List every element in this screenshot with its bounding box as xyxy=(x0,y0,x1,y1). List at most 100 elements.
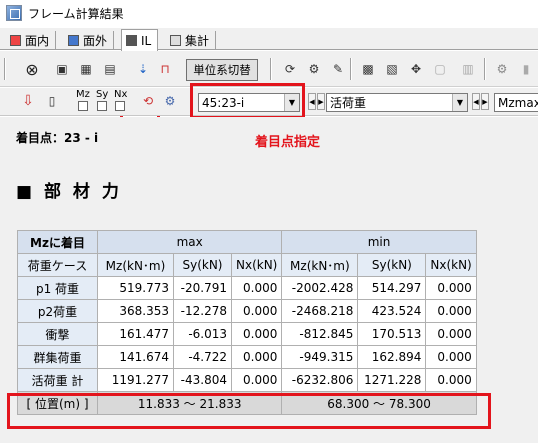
col-header: Mz(kN･m) xyxy=(97,253,174,277)
table-row: 群集荷重 141.674 -4.722 0.000 -949.315 162.8… xyxy=(17,345,477,369)
cell: 0.000 xyxy=(230,322,283,346)
download-icon[interactable]: ⇩ xyxy=(18,91,38,111)
out-of-plane-icon xyxy=(68,35,79,46)
cell: -949.315 xyxy=(281,345,359,369)
position-row-highlight xyxy=(7,393,491,429)
case-select[interactable]: 活荷重 ▼ xyxy=(326,93,468,112)
calculator-icon[interactable]: ▦ xyxy=(76,59,96,79)
document-icon[interactable]: ▯ xyxy=(42,91,62,111)
disabled-icon: ▢ xyxy=(434,62,446,76)
il-icon xyxy=(126,35,137,46)
cell: 141.674 xyxy=(97,345,174,369)
tab-bar: 面内 面外 IL 集計 xyxy=(0,28,538,51)
edit-icon[interactable]: ▧ xyxy=(382,59,402,79)
case-select-value: 活荷重 xyxy=(330,96,367,110)
cell: 423.524 xyxy=(357,299,427,323)
settings-icon[interactable]: ⚙ xyxy=(160,91,180,111)
cell: -20.791 xyxy=(173,276,232,300)
table-row: 衝撃 161.477 -6.013 0.000 -812.845 170.513… xyxy=(17,322,477,346)
save-icon[interactable]: ▣ xyxy=(52,59,72,79)
unit-switch-button[interactable]: 単位系切替 xyxy=(186,59,258,81)
case-prev-button[interactable]: ◀ xyxy=(472,93,480,110)
tab-out-of-plane[interactable]: 面外 xyxy=(64,31,115,50)
cell: 0.000 xyxy=(425,322,477,346)
cell: 0.000 xyxy=(230,276,283,300)
max-group-header: max xyxy=(96,230,283,254)
move-icon[interactable]: ✥ xyxy=(406,59,426,79)
table-row: p2荷重 368.353 -12.278 0.000 -2468.218 423… xyxy=(17,299,477,323)
cell: 0.000 xyxy=(230,368,283,392)
row-header: p2荷重 xyxy=(17,299,98,323)
close-circle-icon[interactable]: ⊗ xyxy=(22,59,42,79)
cell: 514.297 xyxy=(357,276,427,300)
tools-icon[interactable]: ✎ xyxy=(328,59,348,79)
gear-icon[interactable]: ⚙ xyxy=(304,59,324,79)
min-group-header: min xyxy=(281,230,477,254)
mz-checkbox[interactable] xyxy=(78,101,88,111)
refresh-icon[interactable]: ⟳ xyxy=(280,59,300,79)
col-header: Mz(kN･m) xyxy=(281,253,359,277)
cell: -6232.806 xyxy=(281,368,359,392)
focus-point-label: 着目点：23 - i xyxy=(16,131,99,145)
sy-checkbox[interactable] xyxy=(97,101,107,111)
tab-label: 集計 xyxy=(185,34,210,48)
table-row: 活荷重 計 1191.277 -43.804 0.000 -6232.806 1… xyxy=(17,368,477,392)
table-row: p1 荷重 519.773 -20.791 0.000 -2002.428 51… xyxy=(17,276,477,300)
case-next-button[interactable]: ▶ xyxy=(481,93,489,110)
cell: 0.000 xyxy=(230,299,283,323)
cell: -812.845 xyxy=(281,322,359,346)
focus-point-annotation: 着目点指定 xyxy=(255,135,321,150)
tab-label: 面内 xyxy=(25,34,50,48)
point-prev-button[interactable]: ◀ xyxy=(308,93,316,110)
cell: 162.894 xyxy=(357,345,427,369)
chevron-down-icon[interactable]: ▼ xyxy=(452,94,467,111)
tab-in-plane[interactable]: 面内 xyxy=(6,31,57,50)
separator xyxy=(484,58,486,80)
cell: 0.000 xyxy=(425,299,477,323)
cell: 368.353 xyxy=(97,299,174,323)
help-icon: ▮ xyxy=(522,62,530,76)
cell: 0.000 xyxy=(230,345,283,369)
tab-label: 面外 xyxy=(83,34,108,48)
tab-il[interactable]: IL xyxy=(121,29,159,51)
summary-icon xyxy=(170,35,181,46)
sy-label: Sy xyxy=(96,89,109,100)
row-header: 衝撃 xyxy=(17,322,98,346)
truck-icon[interactable]: ▩ xyxy=(358,59,378,79)
app-icon xyxy=(6,5,22,21)
col-header: Sy(kN) xyxy=(173,253,232,277)
member-force-table: Mzに着目 max min 荷重ケース Mz(kN･m) Sy(kN) Nx(k… xyxy=(17,230,477,415)
focus-point-icon[interactable]: ⇣ xyxy=(133,59,153,79)
window-title: フレーム計算結果 xyxy=(28,6,124,21)
point-select-highlight xyxy=(190,83,305,119)
cell: -2002.428 xyxy=(281,276,359,300)
chart-icon[interactable]: ⊓ xyxy=(155,59,175,79)
reload-icon[interactable]: ⟲ xyxy=(138,91,158,111)
row-header: p1 荷重 xyxy=(17,276,98,300)
nx-checkbox[interactable] xyxy=(115,101,125,111)
col-header: Nx(kN) xyxy=(230,253,283,277)
separator xyxy=(4,58,6,80)
cell: -6.013 xyxy=(173,322,232,346)
toolbar-main: ⊗ ▣ ▦ ▤ ⇣ ⊓ 単位系切替 ⟳ ⚙ ✎ ▩ ▧ ✥ ▢ ▥ ⚙ ▮ xyxy=(0,51,538,134)
separator xyxy=(350,58,352,80)
result-select-value: Mzmax xyxy=(498,95,538,110)
corner-header: Mzに着目 xyxy=(17,230,98,254)
title-bar: フレーム計算結果 xyxy=(0,0,538,26)
cell: 0.000 xyxy=(425,368,477,392)
options-icon[interactable]: ⚙ xyxy=(492,59,512,79)
cell: 0.000 xyxy=(425,276,477,300)
table-icon: ▥ xyxy=(462,62,474,76)
cell: -43.804 xyxy=(173,368,232,392)
col-header: Sy(kN) xyxy=(357,253,427,277)
print-icon[interactable]: ▤ xyxy=(100,59,120,79)
cell: -2468.218 xyxy=(281,299,359,323)
tab-summary[interactable]: 集計 xyxy=(166,31,217,50)
point-next-button[interactable]: ▶ xyxy=(317,93,325,110)
nx-label: Nx xyxy=(114,89,128,100)
cell: 170.513 xyxy=(357,322,427,346)
result-select[interactable]: Mzmax xyxy=(494,93,538,112)
cell: -4.722 xyxy=(173,345,232,369)
table-header-row: Mzに着目 max min xyxy=(17,230,477,254)
cell: 161.477 xyxy=(97,322,174,346)
